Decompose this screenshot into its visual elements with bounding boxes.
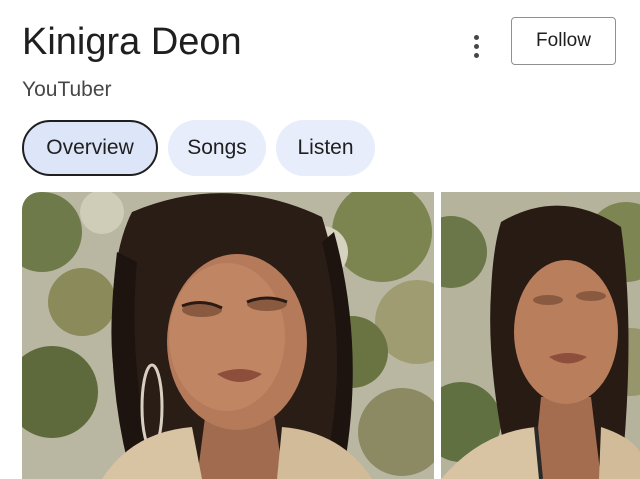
artist-photo-image — [441, 192, 640, 479]
more-options-button[interactable] — [460, 30, 492, 62]
artist-photo[interactable] — [22, 192, 434, 479]
more-vert-icon — [473, 34, 479, 40]
tab-songs[interactable]: Songs — [168, 120, 266, 176]
page-subtitle: YouTuber — [22, 78, 112, 101]
artist-photo-image — [22, 192, 434, 479]
more-vert-icon-dot — [473, 52, 479, 58]
tab-overview[interactable]: Overview — [22, 120, 158, 176]
tab-listen[interactable]: Listen — [276, 120, 375, 176]
more-vert-icon-dot — [473, 43, 479, 49]
page-title: Kinigra Deon — [22, 21, 242, 63]
artist-photo-secondary[interactable] — [441, 192, 640, 479]
follow-button[interactable]: Follow — [511, 17, 616, 65]
